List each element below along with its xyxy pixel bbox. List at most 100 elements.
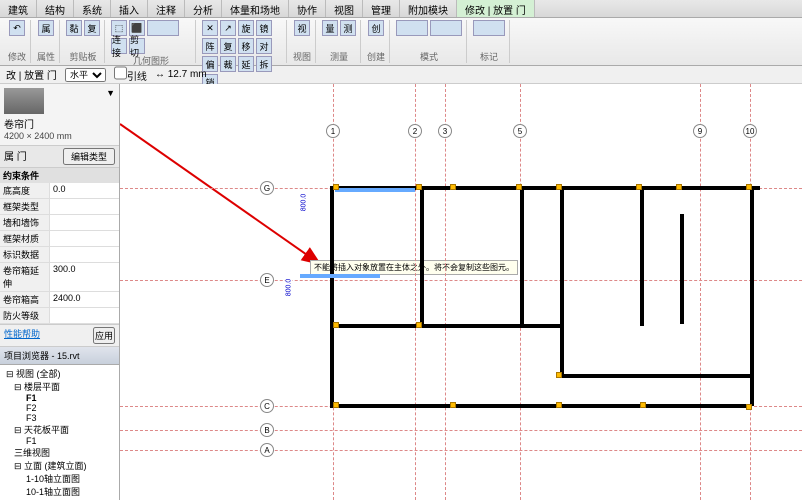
ribbon-↶[interactable]: ↶ [9,20,25,36]
ribbon-延[interactable]: 延 [238,56,254,72]
sidebar: 卷帘门 4200 × 2400 mm ▼ 属 门 编辑类型 约束条件 底高度框架… [0,84,120,500]
type-selector[interactable]: 卷帘门 4200 × 2400 mm ▼ [0,84,119,146]
tree-item[interactable]: F2 [2,403,117,413]
ribbon-↗[interactable]: ↗ [220,20,236,36]
help-link[interactable]: 性能帮助 [4,327,40,344]
ribbon-在放置时进行标记[interactable] [473,20,505,36]
grid-bubble: 9 [693,124,707,138]
grid-bubble: 2 [408,124,422,138]
tree-item[interactable]: 10-1轴立面图 [2,485,117,498]
apply-button[interactable]: 应用 [93,327,115,344]
grid-bubble: B [260,423,274,437]
ribbon-剪切[interactable]: 剪切 [129,38,145,54]
constraints-header: 约束条件 [0,168,119,183]
wall [420,324,560,328]
tree-item[interactable]: 1-10轴立面图 [2,472,117,485]
tree-item[interactable]: ⊟ 视图 (全部) [2,367,117,380]
ribbon-阵[interactable]: 阵 [202,38,218,54]
ribbon-测[interactable]: 测 [340,20,356,36]
tab-8[interactable]: 视图 [326,0,363,17]
tree-item[interactable]: F1 [2,436,117,446]
tab-11[interactable]: 修改 | 放置 门 [457,0,535,17]
placing-door[interactable] [335,188,415,192]
ribbon-创[interactable]: 创 [368,20,384,36]
wall [330,404,750,408]
placing-door[interactable] [300,274,380,278]
grid-bubble: 10 [743,124,757,138]
grid-bubble: E [260,273,274,287]
prop-row: 框架类型 [0,199,119,215]
tree-item[interactable]: ⊟ 楼层平面 [2,380,117,393]
wall-join-marker [676,184,682,190]
ribbon-✕[interactable]: ✕ [202,20,218,36]
tab-0[interactable]: 建筑 [0,0,37,17]
ribbon-复[interactable]: 复 [84,20,100,36]
tab-1[interactable]: 结构 [37,0,74,17]
tab-7[interactable]: 协作 [289,0,326,17]
tab-3[interactable]: 插入 [111,0,148,17]
opt-leader-offset: ↔ 12.7 mm [155,69,207,80]
tree-item[interactable]: F3 [2,413,117,423]
ribbon-量[interactable]: 量 [322,20,338,36]
tree-item[interactable]: F1 [2,393,117,403]
grid-bubble: A [260,443,274,457]
wall-join-marker [333,322,339,328]
ribbon-移[interactable]: 移 [238,38,254,54]
wall [640,186,644,326]
options-bar: 改 | 放置 门 水平 引线 ↔ 12.7 mm [0,66,802,84]
prop-input[interactable] [53,184,116,194]
ribbon-旋[interactable]: 旋 [238,20,254,36]
ribbon-对[interactable]: 对 [256,38,272,54]
grid-bubble: G [260,181,274,195]
tab-10[interactable]: 附加模块 [400,0,457,17]
ribbon-属[interactable]: 属 [38,20,54,36]
ribbon-载入族[interactable] [396,20,428,36]
grid-line-h [120,450,802,451]
ribbon-拆[interactable]: 拆 [256,56,272,72]
wall [750,186,754,406]
prop-header: 属 门 [4,148,27,165]
wall-join-marker [450,402,456,408]
ribbon-连接端切割[interactable] [147,20,179,36]
opt-leader-check[interactable]: 引线 [114,66,147,83]
opt-label: 改 | 放置 门 [6,67,57,82]
tab-4[interactable]: 注释 [148,0,185,17]
tree-item[interactable]: 三维视图 [2,446,117,459]
ribbon-内建模型[interactable] [430,20,462,36]
prop-row: 防火等级 [0,308,119,324]
grid-bubble: 3 [438,124,452,138]
ribbon-连接[interactable]: 连接 [111,38,127,54]
ribbon-复[interactable]: 复 [220,38,236,54]
tab-6[interactable]: 体量和场地 [222,0,289,17]
grid-line-v [415,84,416,500]
grid-line-h [120,280,802,281]
type-preview-icon [4,88,44,114]
prop-row: 墙和墙饰 [0,215,119,231]
ribbon-裁[interactable]: 裁 [220,56,236,72]
tree-item[interactable]: ⊟ 天花板平面 [2,423,117,436]
ribbon-镜[interactable]: 镜 [256,20,272,36]
temp-dimension: 800.0 [300,194,307,212]
opt-mode[interactable]: 水平 [65,68,106,82]
tab-2[interactable]: 系统 [74,0,111,17]
grid-bubble: C [260,399,274,413]
wall [330,324,420,328]
tree-item[interactable]: ⊟ 立面 (建筑立面) [2,459,117,472]
prop-row: 框架材质 [0,231,119,247]
grid-line-v [445,84,446,500]
prop-row: 卷帘箱延伸300.0 [0,263,119,292]
project-browser-title: 项目浏览器 - 15.rvt [0,347,119,365]
edit-type-button[interactable]: 编辑类型 [63,148,115,165]
project-browser-tree[interactable]: ⊟ 视图 (全部)⊟ 楼层平面F1F2F3⊟ 天花板平面F1三维视图⊟ 立面 (… [0,365,119,500]
drawing-canvas[interactable]: 不能将插入对象放置在主体之外。将不会复制这些图元。 1235910GECBA80… [120,84,802,500]
grid-bubble: 5 [513,124,527,138]
wall-join-marker [416,322,422,328]
ribbon-视[interactable]: 视 [294,20,310,36]
ribbon-黏[interactable]: 黏 [66,20,82,36]
temp-dimension: 800.0 [285,279,292,297]
wall-join-marker [556,184,562,190]
wall [330,186,334,326]
tab-5[interactable]: 分析 [185,0,222,17]
type-name: 卷帘门 [4,116,115,131]
tab-9[interactable]: 管理 [363,0,400,17]
